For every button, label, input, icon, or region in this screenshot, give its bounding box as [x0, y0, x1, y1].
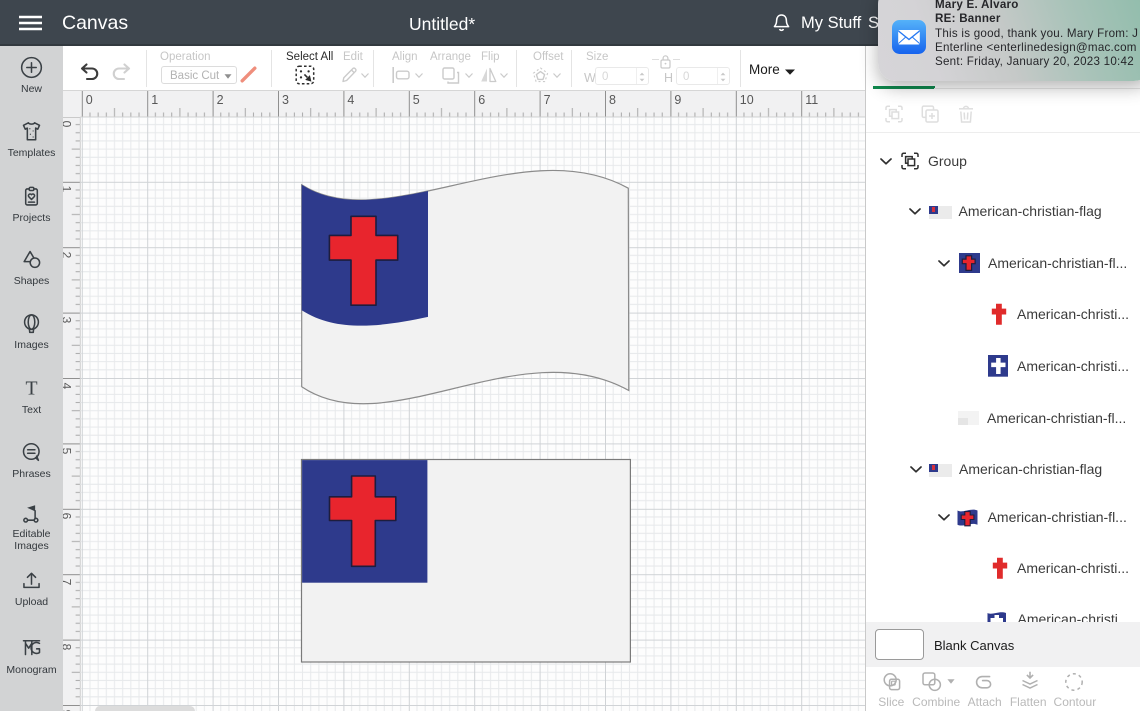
svg-text:T: T — [25, 377, 37, 399]
